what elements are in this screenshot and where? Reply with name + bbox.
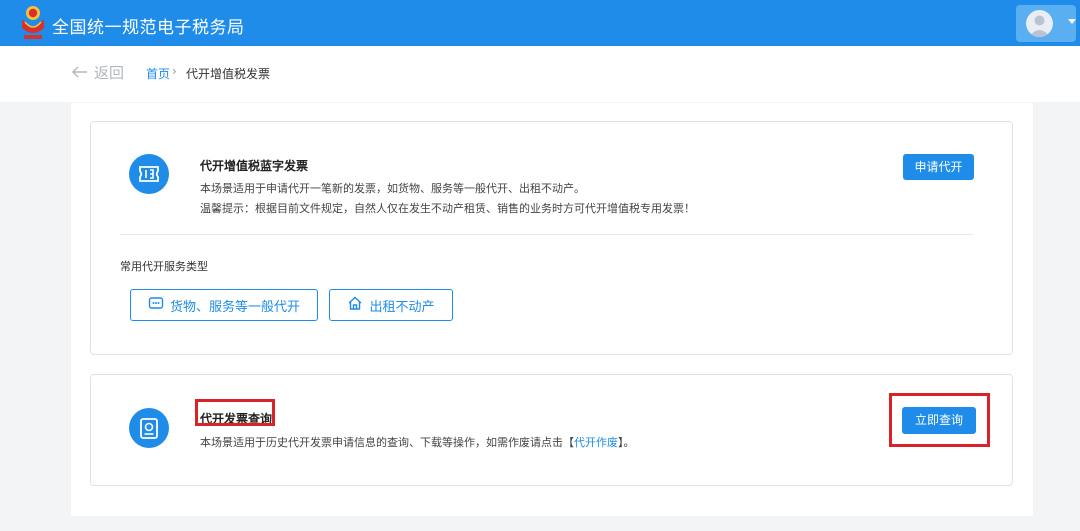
ticket-icon — [129, 154, 169, 194]
breadcrumb-current: 代开增值税发票 — [186, 67, 271, 81]
arrow-left-icon — [72, 64, 88, 82]
title-highlight-box — [195, 399, 275, 426]
user-menu[interactable] — [1016, 5, 1076, 42]
breadcrumb-home-link[interactable]: 首页 — [146, 65, 170, 82]
back-button[interactable]: 返回 — [72, 62, 124, 83]
invoice-query-card: 代开发票查询 本场景适用于历史代开发票申请信息的查询、下载等操作，如需作废请点击… — [90, 374, 1013, 486]
back-label: 返回 — [94, 64, 125, 82]
user-avatar-icon — [1026, 10, 1053, 37]
breadcrumb-separator: › — [172, 64, 177, 78]
caret-down-icon — [1068, 19, 1076, 24]
issue-card-tip: 温馨提示：根据目前文件规定，自然人仅在发生不动产租赁、销售的业务时方可代开增值税… — [200, 202, 695, 215]
general-invoice-label: 货物、服务等一般代开 — [169, 299, 300, 315]
goods-service-icon — [148, 295, 164, 315]
issue-card-description: 本场景适用于申请代开一笔新的发票，如货物、服务等一般代开、出租不动产。 — [200, 182, 585, 195]
main-panel: 代开增值税蓝字发票 本场景适用于申请代开一笔新的发票，如货物、服务等一般代开、出… — [71, 103, 1033, 516]
breadcrumb: 返回 首页 › 代开增值税发票 — [0, 46, 1080, 102]
divider — [120, 234, 973, 235]
button-highlight-box — [889, 393, 990, 447]
issue-invoice-card: 代开增值税蓝字发票 本场景适用于申请代开一笔新的发票，如货物、服务等一般代开、出… — [90, 121, 1013, 355]
tax-emblem-icon — [17, 4, 49, 42]
void-invoice-link[interactable]: 代开作废 — [574, 436, 618, 449]
rent-property-button[interactable]: 出租不动产 — [329, 289, 453, 321]
rent-property-label: 出租不动产 — [369, 299, 435, 315]
top-bar: 全国统一规范电子税务局 — [0, 0, 1080, 46]
invoice-search-icon — [129, 408, 169, 448]
general-invoice-button[interactable]: 货物、服务等一般代开 — [130, 289, 318, 321]
apply-invoice-button[interactable]: 申请代开 — [903, 154, 974, 180]
issue-card-title: 代开增值税蓝字发票 — [200, 159, 309, 173]
query-card-description: 本场景适用于历史代开发票申请信息的查询、下载等操作，如需作废请点击【代开作废】。 — [200, 436, 635, 449]
site-title: 全国统一规范电子税务局 — [52, 18, 245, 38]
common-types-label: 常用代开服务类型 — [120, 260, 208, 273]
house-icon — [347, 295, 363, 315]
